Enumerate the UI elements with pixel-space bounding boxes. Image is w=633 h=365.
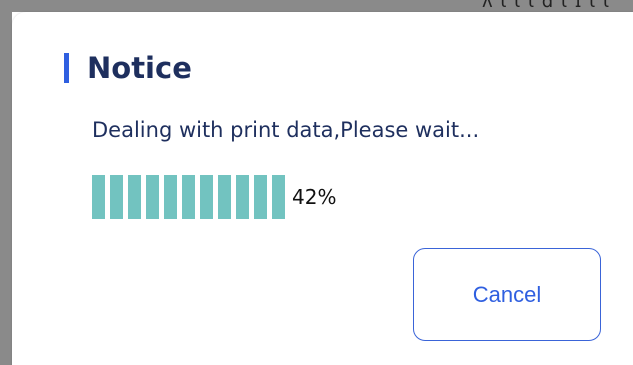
background-strip-left [0, 0, 12, 365]
progress-percent: 42% [292, 185, 337, 209]
progress-segment [146, 175, 159, 219]
title-accent-bar [64, 53, 69, 83]
dialog-title-row: Notice [64, 48, 192, 88]
progress-segment [254, 175, 267, 219]
progress-row: 42% [92, 174, 336, 220]
dialog-title: Notice [87, 51, 192, 85]
background-text-fragment: ʌ ɩ ɩ ɩ ɑ ɩ ɪ ɩ ɩ [482, 0, 611, 12]
progress-segment [128, 175, 141, 219]
notice-dialog: Notice Dealing with print data,Please wa… [12, 12, 633, 365]
cancel-button[interactable]: Cancel [413, 248, 601, 341]
progress-segment [236, 175, 249, 219]
progress-bar [92, 175, 285, 219]
progress-segment [164, 175, 177, 219]
status-message: Dealing with print data,Please wait... [92, 118, 480, 142]
progress-segment [218, 175, 231, 219]
progress-segment [272, 175, 285, 219]
progress-segment [92, 175, 105, 219]
screen: ʌ ɩ ɩ ɩ ɑ ɩ ɪ ɩ ɩ Notice Dealing with pr… [0, 0, 633, 365]
progress-segment [110, 175, 123, 219]
progress-segment [182, 175, 195, 219]
progress-segment [200, 175, 213, 219]
